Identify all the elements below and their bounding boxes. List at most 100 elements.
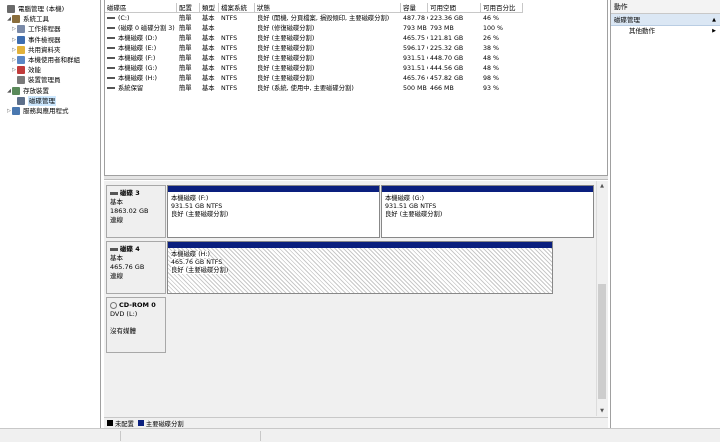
volume-row[interactable]: 系統保留 簡單 基本 NTFS 良好 (系統, 使用中, 主要磁碟分割) 500 MB 46… — [105, 84, 609, 94]
volume-icon — [107, 17, 115, 19]
volume-cell-text: 48 % — [483, 65, 499, 72]
volume-cell: 26 % — [481, 34, 523, 44]
disk-size: 465.76 GB — [110, 263, 145, 271]
tree-item[interactable]: ▷ 效能 — [11, 65, 41, 75]
disk-status: 連線 — [110, 272, 123, 280]
pane-splitter[interactable] — [104, 176, 608, 180]
volume-row[interactable]: (磁碟 0 磁碟分割 3) 簡單 基本 良好 (修復磁碟分割) 793 MB 793 MB… — [105, 24, 609, 34]
tree-item-label: 本機使用者和群組 — [28, 56, 80, 64]
volume-cell: 38 % — [481, 44, 523, 54]
volume-icon — [107, 67, 115, 69]
partition-size: 465.76 GB NTFS — [171, 259, 223, 266]
volume-row[interactable]: 本機磁碟 (E:) 簡單 基本 NTFS 良好 (主要磁碟分割) 596.17 GB225… — [105, 44, 609, 54]
volume-cell-text: 簡單 — [179, 75, 192, 82]
volume-cell: 46 % — [481, 14, 523, 24]
tree-item[interactable]: ◢ 系統工具 — [6, 14, 49, 24]
volume-cell: 簡單 — [177, 44, 200, 54]
disk-management-icon — [17, 96, 25, 105]
volume-cell: 本機磁碟 (D:) — [105, 34, 177, 44]
volume-cell-text: 基本 — [202, 35, 215, 42]
volume-cell-text: 基本 — [202, 25, 215, 32]
tree-item[interactable]: 裝置管理員 — [11, 75, 61, 85]
volume-cell-text: 931.51 GB — [403, 65, 428, 72]
tree-item[interactable]: ◢ 存放裝置 — [6, 86, 49, 96]
tree-item[interactable]: ▷ 共用資料夾 — [11, 45, 61, 55]
column-header[interactable]: 類型 — [200, 3, 219, 13]
volume-row[interactable]: 本機磁碟 (H:) 簡單 基本 NTFS 良好 (主要磁碟分割) 465.76 GB457… — [105, 74, 609, 84]
cdrom-label[interactable]: CD-ROM 0 DVD (L:) 沒有媒體 — [106, 297, 166, 353]
volume-cell-text: 良好 (主要磁碟分割) — [257, 35, 315, 42]
device-manager-icon — [17, 76, 25, 85]
status-bar-divider — [260, 431, 261, 441]
scroll-down-arrow-icon[interactable]: ▼ — [597, 406, 607, 416]
volume-cell-text: (C:) — [118, 15, 130, 22]
tree-item[interactable]: ▷ 服務與應用程式 — [6, 106, 69, 116]
tree-item-label: 裝置管理員 — [28, 76, 61, 85]
volume-row[interactable]: 本機磁碟 (F:) 簡單 基本 NTFS 良好 (主要磁碟分割) 931.51 GB448… — [105, 54, 609, 64]
disk-pane-scrollbar[interactable]: ▲ ▼ — [596, 181, 607, 416]
volume-cell-text: 26 % — [483, 35, 499, 42]
column-header[interactable]: 配置 — [177, 3, 200, 13]
volume-cell: 48 % — [481, 64, 523, 74]
volume-row[interactable]: 本機磁碟 (G:) 簡單 基本 NTFS 良好 (主要磁碟分割) 931.51 GB444… — [105, 64, 609, 74]
partition-f[interactable]: 本機磁碟 (F:) 931.51 GB NTFS 良好 (主要磁碟分割) — [167, 185, 380, 238]
volume-cell: 基本 — [200, 44, 219, 54]
volume-cell-text: NTFS — [221, 15, 238, 22]
actions-section-label: 磁碟管理 — [614, 16, 640, 24]
column-header[interactable]: 可用空間 — [428, 3, 481, 13]
volume-cell: NTFS — [219, 84, 255, 94]
tree-item[interactable]: ▷ 工作排程器 — [11, 24, 61, 34]
volume-list: 磁碟區 配置 類型 檔案系統 狀態 容量 可用空間 可用百分比 (C:) 簡單 基本 NTFS 良好 … — [104, 0, 608, 176]
volume-cell-text: 簡單 — [179, 55, 192, 62]
scroll-up-arrow-icon[interactable]: ▲ — [597, 181, 607, 191]
volume-cell-text: 225.32 GB — [430, 45, 464, 52]
cdrom-media: 沒有媒體 — [110, 327, 136, 335]
tree-item[interactable]: ▷ 事件檢視器 — [11, 35, 61, 45]
column-header[interactable]: 容量 — [401, 3, 428, 13]
disk-name: 磁碟 4 — [120, 245, 140, 253]
disk-icon — [110, 247, 118, 251]
volume-cell: 基本 — [200, 24, 219, 34]
column-header[interactable]: 磁碟區 — [105, 3, 177, 13]
clock-icon — [17, 25, 25, 34]
volume-cell: 簡單 — [177, 74, 200, 84]
volume-cell: 簡單 — [177, 14, 200, 24]
volume-cell-text: NTFS — [221, 75, 238, 82]
volume-cell: 448.70 GB — [428, 54, 481, 64]
volume-cell-text: NTFS — [221, 45, 238, 52]
partition-h[interactable]: 本機磁碟 (H:) 465.76 GB NTFS 良好 (主要磁碟分割) — [167, 241, 553, 294]
volume-row[interactable]: 本機磁碟 (D:) 簡單 基本 NTFS 良好 (主要磁碟分割) 465.75 GB121… — [105, 34, 609, 44]
volume-cell: 良好 (主要磁碟分割) — [255, 74, 401, 84]
disk-3-label[interactable]: 磁碟 3 基本 1863.02 GB 連線 — [106, 185, 166, 238]
volume-cell-text: 簡單 — [179, 15, 192, 22]
volume-cell: 本機磁碟 (E:) — [105, 44, 177, 54]
actions-pane: 動作 磁碟管理 ▲ 其他動作 ▶ — [610, 0, 720, 428]
tree-item-label: 系統工具 — [23, 15, 49, 24]
column-header[interactable]: 狀態 — [255, 3, 401, 13]
actions-section-disk-management[interactable]: 磁碟管理 ▲ — [611, 14, 720, 26]
cdrom-drive: DVD (L:) — [110, 310, 138, 318]
column-header[interactable]: 可用百分比 — [481, 3, 523, 13]
volume-cell: 465.76 GB — [401, 74, 428, 84]
tree-item[interactable]: 電腦管理 (本機) — [1, 4, 64, 14]
partition-status: 良好 (主要磁碟分割) — [171, 267, 229, 274]
actions-title: 動作 — [611, 0, 720, 14]
tree-item[interactable]: 磁碟管理 — [11, 95, 56, 106]
navigation-tree: 電腦管理 (本機) ◢ 系統工具 ▷ 工作排程器 ▷ 事件檢視器 ▷ 共用資料夾 ▷ 本機使用者和群… — [0, 0, 101, 428]
collapse-arrow-icon[interactable]: ▲ — [712, 14, 716, 26]
disk-type: 基本 — [110, 198, 123, 206]
volume-cell-text: 596.17 GB — [403, 45, 428, 52]
volume-row[interactable]: (C:) 簡單 基本 NTFS 良好 (開機, 分頁檔案, 損毀傾印, 主要磁碟分割) 4… — [105, 14, 609, 24]
primary-partition-swatch — [137, 420, 144, 426]
scroll-thumb[interactable] — [598, 284, 606, 399]
disk-4-label[interactable]: 磁碟 4 基本 465.76 GB 連線 — [106, 241, 166, 294]
submenu-arrow-icon: ▶ — [712, 28, 716, 34]
volume-cell-text: 本機磁碟 (F:) — [118, 55, 156, 62]
partition-g[interactable]: 本機磁碟 (G:) 931.51 GB NTFS 良好 (主要磁碟分割) — [381, 185, 594, 238]
volume-cell-text: 793 MB — [430, 25, 454, 32]
disk-type: 基本 — [110, 254, 123, 262]
more-actions[interactable]: 其他動作 ▶ — [611, 26, 720, 37]
volume-cell-text: NTFS — [221, 55, 238, 62]
column-header[interactable]: 檔案系統 — [219, 3, 255, 13]
tree-item[interactable]: ▷ 本機使用者和群組 — [11, 55, 80, 65]
